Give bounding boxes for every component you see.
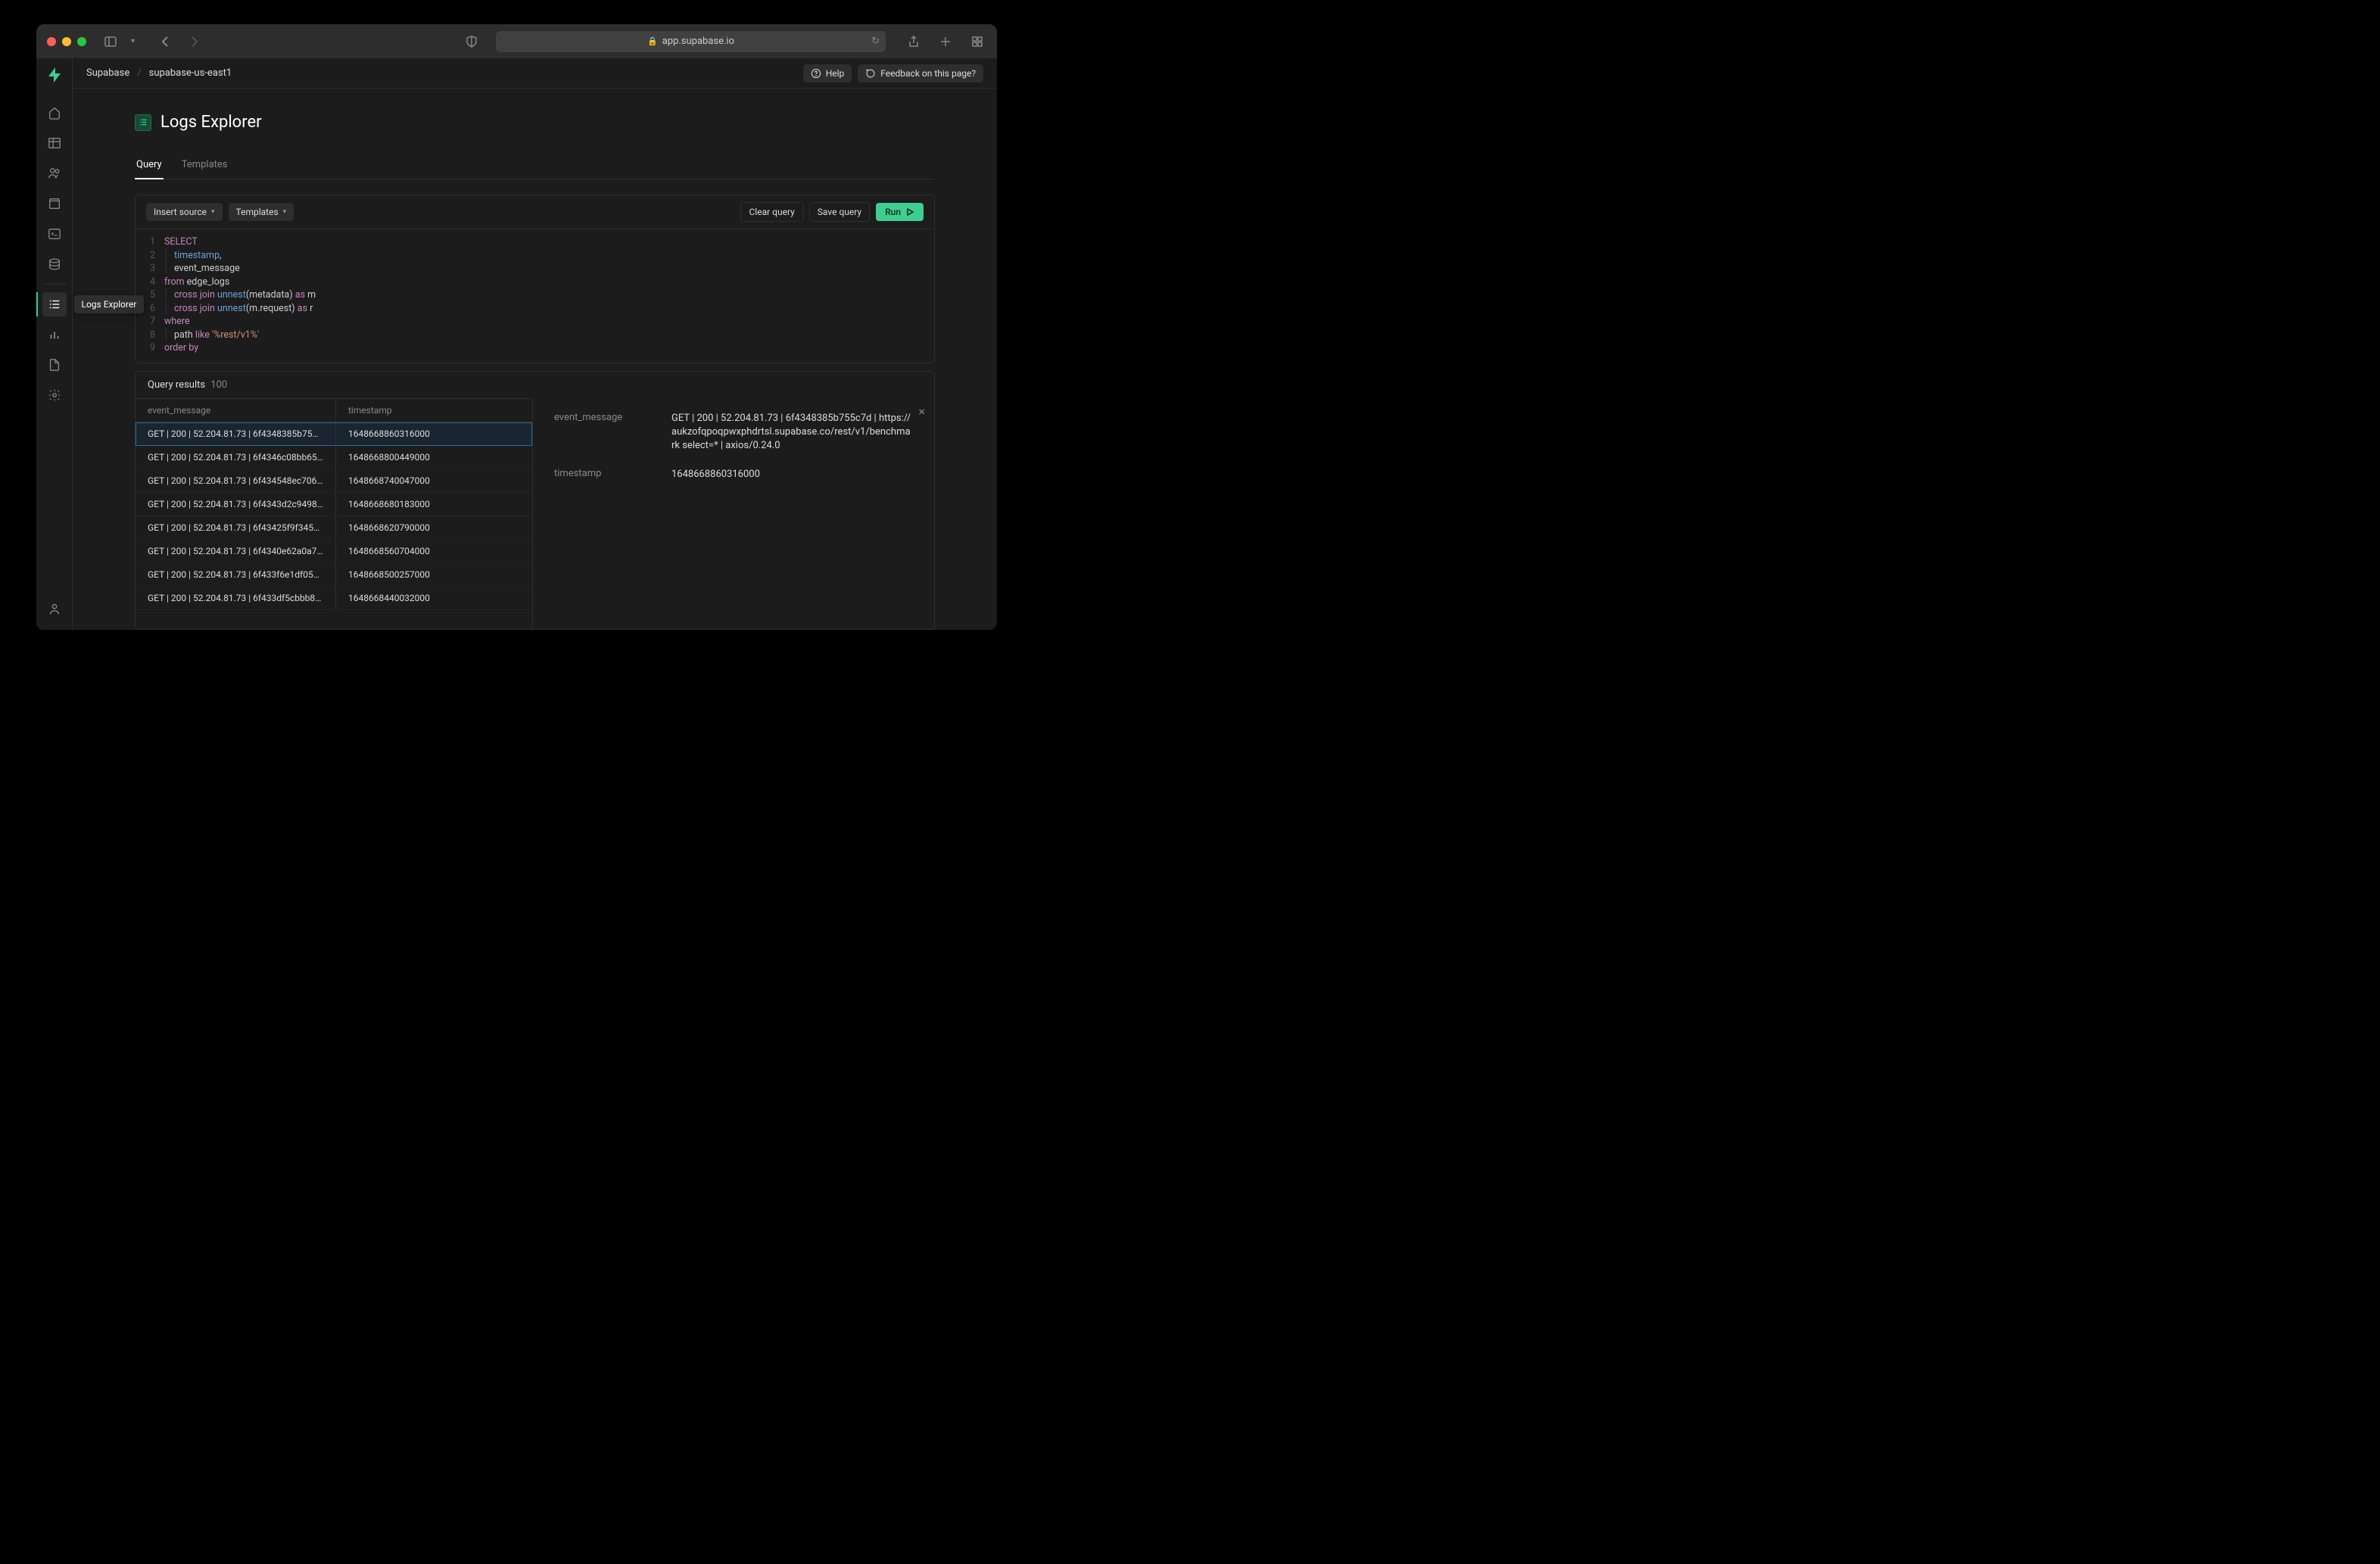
cell-timestamp: 1648668620790000 [336, 516, 532, 539]
url-text: app.supabase.io [662, 36, 734, 47]
app-body: Logs Explorer Supabase / supabase-us-eas… [36, 58, 997, 630]
table-row[interactable]: GET | 200 | 52.204.81.73 | 6f43425f9f345… [136, 516, 532, 540]
results-panel: Query results 100 event_message timestam… [135, 371, 935, 631]
close-icon[interactable]: × [918, 404, 925, 419]
results-count: 100 [210, 379, 227, 391]
feedback-button[interactable]: Feedback on this page? [858, 64, 983, 83]
cell-timestamp: 1648668800449000 [336, 446, 532, 469]
sidebar-item-settings[interactable] [42, 383, 67, 407]
cell-event-message: GET | 200 | 52.204.81.73 | 6f4348385b755… [136, 422, 336, 445]
breadcrumb-sep: / [137, 67, 141, 79]
browser-chrome: ▾ 🔒 app.supabase.io ↻ [36, 24, 997, 58]
address-bar[interactable]: 🔒 app.supabase.io ↻ [496, 31, 886, 52]
sidebar-item-storage[interactable] [42, 192, 67, 216]
close-window-icon[interactable] [47, 37, 56, 46]
table-row[interactable]: GET | 200 | 52.204.81.73 | 6f4343d2c9498… [136, 493, 532, 516]
new-tab-icon[interactable] [936, 33, 955, 51]
tab-templates[interactable]: Templates [180, 153, 229, 179]
tabs: Query Templates [135, 153, 935, 179]
reload-icon[interactable]: ↻ [871, 36, 880, 47]
sidebar-item-auth[interactable] [42, 161, 67, 185]
cell-timestamp: 1648668680183000 [336, 493, 532, 516]
page-content: Logs Explorer Query Templates Insert sou… [73, 89, 997, 630]
results-table: event_message timestamp GET | 200 | 52.2… [136, 398, 533, 630]
sidebar-item-reports[interactable] [42, 322, 67, 347]
cell-event-message: GET | 200 | 52.204.81.73 | 6f433df5cbbb8… [136, 587, 336, 609]
back-icon[interactable] [156, 33, 174, 51]
insert-source-button[interactable]: Insert source ▾ [146, 203, 223, 221]
table-row[interactable]: GET | 200 | 52.204.81.73 | 6f433df5cbbb8… [136, 587, 532, 610]
cell-event-message: GET | 200 | 52.204.81.73 | 6f434548ec706… [136, 469, 336, 492]
logs-explorer-icon [135, 114, 151, 131]
page-title: Logs Explorer [160, 113, 262, 132]
sql-editor[interactable]: 123456789 SELECTtimestamp,event_messagef… [136, 229, 934, 363]
cell-event-message: GET | 200 | 52.204.81.73 | 6f433f6e1df05… [136, 563, 336, 586]
results-header: Query results 100 [136, 372, 934, 398]
sidebar-item-logs[interactable]: Logs Explorer [42, 292, 67, 316]
table-row[interactable]: GET | 200 | 52.204.81.73 | 6f433f6e1df05… [136, 563, 532, 587]
sidebar-item-home[interactable] [42, 101, 67, 125]
table-row[interactable]: GET | 200 | 52.204.81.73 | 6f4340e62a0a7… [136, 540, 532, 563]
table-row[interactable]: GET | 200 | 52.204.81.73 | 6f4348385b755… [136, 422, 532, 446]
sidebar-tooltip: Logs Explorer [74, 295, 145, 313]
col-event-message[interactable]: event_message [136, 399, 336, 422]
sidebar-toggle-icon[interactable] [101, 33, 120, 51]
help-button[interactable]: Help [803, 64, 852, 83]
table-header: event_message timestamp [136, 398, 532, 422]
tabs-overview-icon[interactable] [968, 33, 986, 51]
cell-event-message: GET | 200 | 52.204.81.73 | 6f4340e62a0a7… [136, 540, 336, 562]
sidebar-item-database[interactable] [42, 252, 67, 276]
cell-event-message: GET | 200 | 52.204.81.73 | 6f4346c08bb65… [136, 446, 336, 469]
cell-timestamp: 1648668500257000 [336, 563, 532, 586]
run-button[interactable]: Run [876, 203, 924, 221]
sidebar-item-sql[interactable] [42, 222, 67, 246]
query-toolbar: Insert source ▾ Templates ▾ Clear query … [136, 195, 934, 229]
breadcrumb-project[interactable]: supabase-us-east1 [149, 67, 232, 79]
shield-icon[interactable] [463, 33, 481, 51]
traffic-lights [47, 37, 86, 46]
chevron-down-icon[interactable]: ▾ [131, 37, 135, 45]
sidebar-item-account[interactable] [42, 597, 67, 621]
maximize-window-icon[interactable] [77, 37, 86, 46]
share-icon[interactable] [905, 33, 923, 51]
col-timestamp[interactable]: timestamp [336, 399, 532, 422]
cell-event-message: GET | 200 | 52.204.81.73 | 6f4343d2c9498… [136, 493, 336, 516]
minimize-window-icon[interactable] [62, 37, 71, 46]
lock-icon: 🔒 [647, 36, 658, 46]
sidebar-item-table[interactable] [42, 131, 67, 155]
chevron-down-icon: ▾ [283, 208, 287, 216]
topbar: Supabase / supabase-us-east1 Help Feedba… [73, 58, 997, 89]
row-detail-panel: × event_message GET | 200 | 52.204.81.73… [533, 398, 934, 630]
cell-event-message: GET | 200 | 52.204.81.73 | 6f43425f9f345… [136, 516, 336, 539]
browser-window: ▾ 🔒 app.supabase.io ↻ [36, 24, 997, 630]
detail-label-ts: timestamp [554, 468, 671, 481]
forward-icon[interactable] [185, 33, 204, 51]
cell-timestamp: 1648668860316000 [336, 422, 532, 445]
sidebar-item-docs[interactable] [42, 353, 67, 377]
tab-query[interactable]: Query [135, 153, 164, 179]
table-row[interactable]: GET | 200 | 52.204.81.73 | 6f434548ec706… [136, 469, 532, 493]
main-area: Supabase / supabase-us-east1 Help Feedba… [73, 58, 997, 630]
cell-timestamp: 1648668560704000 [336, 540, 532, 562]
detail-label-msg: event_message [554, 412, 671, 453]
save-query-button[interactable]: Save query [809, 202, 870, 222]
clear-query-button[interactable]: Clear query [740, 202, 802, 222]
chevron-down-icon: ▾ [211, 208, 215, 216]
left-rail: Logs Explorer [36, 58, 73, 630]
table-row[interactable]: GET | 200 | 52.204.81.73 | 6f4346c08bb65… [136, 446, 532, 469]
detail-value-msg: GET | 200 | 52.204.81.73 | 6f4348385b755… [671, 412, 913, 453]
cell-timestamp: 1648668740047000 [336, 469, 532, 492]
detail-value-ts: 1648668860316000 [671, 468, 760, 481]
templates-button[interactable]: Templates ▾ [229, 203, 294, 221]
query-panel: Insert source ▾ Templates ▾ Clear query … [135, 195, 935, 363]
breadcrumb-org[interactable]: Supabase [86, 67, 129, 79]
cell-timestamp: 1648668440032000 [336, 587, 532, 609]
supabase-logo-icon[interactable] [45, 66, 64, 84]
